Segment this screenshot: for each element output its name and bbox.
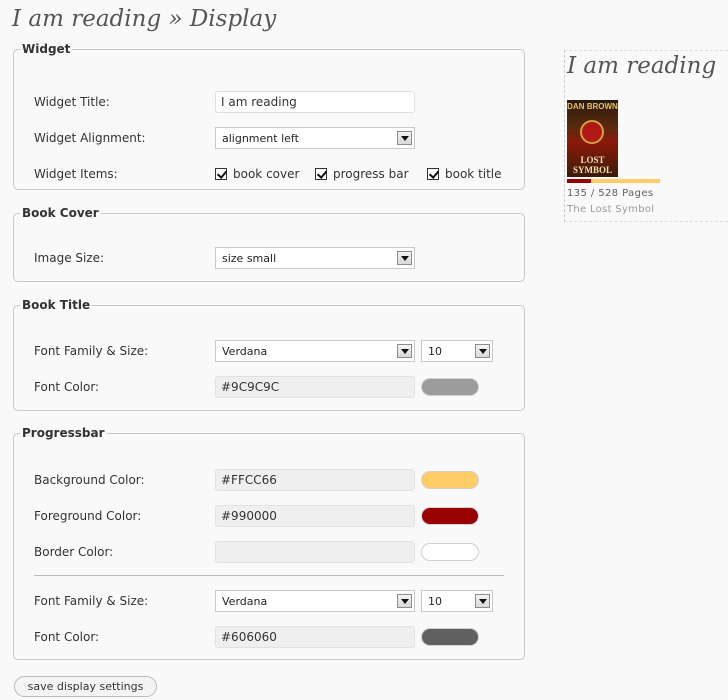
progressbar-fg-row: Foreground Color: — [34, 505, 524, 527]
book-title-checkbox-label: book title — [445, 167, 502, 181]
widget-fieldset: Widget Widget Title: Widget Alignment: a… — [13, 42, 525, 190]
chevron-down-icon[interactable] — [397, 344, 412, 358]
progressbar-font-size-select[interactable]: 10 — [421, 590, 493, 612]
progressbar-font-family-select[interactable]: Verdana — [215, 590, 415, 612]
image-size-value: size small — [222, 252, 277, 265]
progress-bar-checkbox-label: progress bar — [333, 167, 409, 181]
progressbar-bg-swatch[interactable] — [421, 471, 479, 489]
progressbar-color-swatch[interactable] — [421, 628, 479, 646]
widget-preview: I am reading DAN BROWN LOST SYMBOL 135 /… — [564, 50, 728, 222]
progressbar-bg-label: Background Color: — [34, 473, 145, 487]
progressbar-fg-swatch[interactable] — [421, 507, 479, 525]
book-cover-legend: Book Cover — [22, 206, 99, 220]
preview-book-title: The Lost Symbol — [567, 204, 655, 215]
book-title-font-row: Font Family & Size: Verdana 10 — [34, 340, 524, 362]
checkbox-checked-icon[interactable] — [315, 168, 327, 180]
chevron-down-icon[interactable] — [475, 594, 490, 608]
book-title-font-size-select[interactable]: 10 — [421, 340, 493, 362]
book-title-font-family-value: Verdana — [222, 345, 268, 358]
checkbox-checked-icon[interactable] — [427, 168, 439, 180]
widget-title-input[interactable] — [215, 91, 415, 113]
progressbar-color-row: Font Color: — [34, 626, 524, 648]
book-title-checkbox[interactable]: book title — [427, 167, 502, 181]
book-cover-checkbox[interactable]: book cover — [215, 167, 299, 181]
progressbar-fieldset: Progressbar Background Color: Foreground… — [13, 426, 525, 660]
image-size-row: Image Size: size small — [34, 247, 524, 269]
chevron-down-icon[interactable] — [397, 251, 412, 265]
progressbar-bg-input[interactable] — [215, 469, 415, 491]
book-title-color-label: Font Color: — [34, 380, 100, 394]
progressbar-color-label: Font Color: — [34, 630, 100, 644]
progressbar-bg-row: Background Color: — [34, 469, 524, 491]
progressbar-fg-label: Foreground Color: — [34, 509, 142, 523]
preview-progress-bar — [567, 179, 660, 183]
cover-seal-icon — [580, 120, 604, 144]
widget-items-row: Widget Items: book cover progress bar bo… — [34, 163, 524, 185]
progressbar-fg-input[interactable] — [215, 505, 415, 527]
progressbar-font-size-value: 10 — [428, 595, 442, 608]
widget-legend: Widget — [22, 42, 71, 56]
progressbar-font-label: Font Family & Size: — [34, 594, 149, 608]
book-title-font-size-value: 10 — [428, 345, 442, 358]
save-display-settings-button[interactable]: save display settings — [14, 676, 157, 697]
chevron-down-icon[interactable] — [397, 594, 412, 608]
preview-progress-fill — [567, 179, 591, 183]
chevron-down-icon[interactable] — [475, 344, 490, 358]
widget-title-label: Widget Title: — [34, 95, 110, 109]
book-cover-fieldset: Book Cover Image Size: size small — [13, 206, 525, 282]
book-title-legend: Book Title — [22, 298, 91, 312]
progressbar-border-label: Border Color: — [34, 545, 114, 559]
progressbar-border-input[interactable] — [215, 541, 415, 563]
widget-title-row: Widget Title: — [34, 91, 524, 113]
widget-items-label: Widget Items: — [34, 167, 118, 181]
book-cover-checkbox-label: book cover — [233, 167, 300, 181]
progressbar-font-family-value: Verdana — [222, 595, 268, 608]
book-cover-image: DAN BROWN LOST SYMBOL — [567, 100, 618, 177]
image-size-select[interactable]: size small — [215, 247, 415, 269]
preview-pages: 135 / 528 Pages — [567, 188, 654, 199]
progressbar-border-row: Border Color: — [34, 541, 524, 563]
progressbar-color-input[interactable] — [215, 626, 415, 648]
cover-author: DAN BROWN — [567, 102, 618, 111]
widget-alignment-select[interactable]: alignment left — [215, 127, 415, 149]
progressbar-font-row: Font Family & Size: Verdana 10 — [34, 590, 524, 612]
book-title-color-row: Font Color: — [34, 376, 524, 398]
book-title-color-swatch[interactable] — [421, 378, 479, 396]
progressbar-legend: Progressbar — [22, 426, 105, 440]
book-title-fieldset: Book Title Font Family & Size: Verdana 1… — [13, 298, 525, 411]
progressbar-border-swatch[interactable] — [421, 543, 479, 561]
book-title-font-label: Font Family & Size: — [34, 344, 149, 358]
chevron-down-icon[interactable] — [397, 131, 412, 145]
page-title: I am reading » Display — [12, 6, 277, 32]
book-title-font-family-select[interactable]: Verdana — [215, 340, 415, 362]
widget-alignment-label: Widget Alignment: — [34, 131, 146, 145]
progressbar-divider — [34, 575, 504, 576]
image-size-label: Image Size: — [34, 251, 105, 265]
cover-title: LOST SYMBOL — [572, 155, 612, 175]
widget-alignment-value: alignment left — [222, 132, 299, 145]
preview-title: I am reading — [567, 53, 717, 79]
book-title-color-input[interactable] — [215, 376, 415, 398]
widget-alignment-row: Widget Alignment: alignment left — [34, 127, 524, 149]
checkbox-checked-icon[interactable] — [215, 168, 227, 180]
progress-bar-checkbox[interactable]: progress bar — [315, 167, 409, 181]
